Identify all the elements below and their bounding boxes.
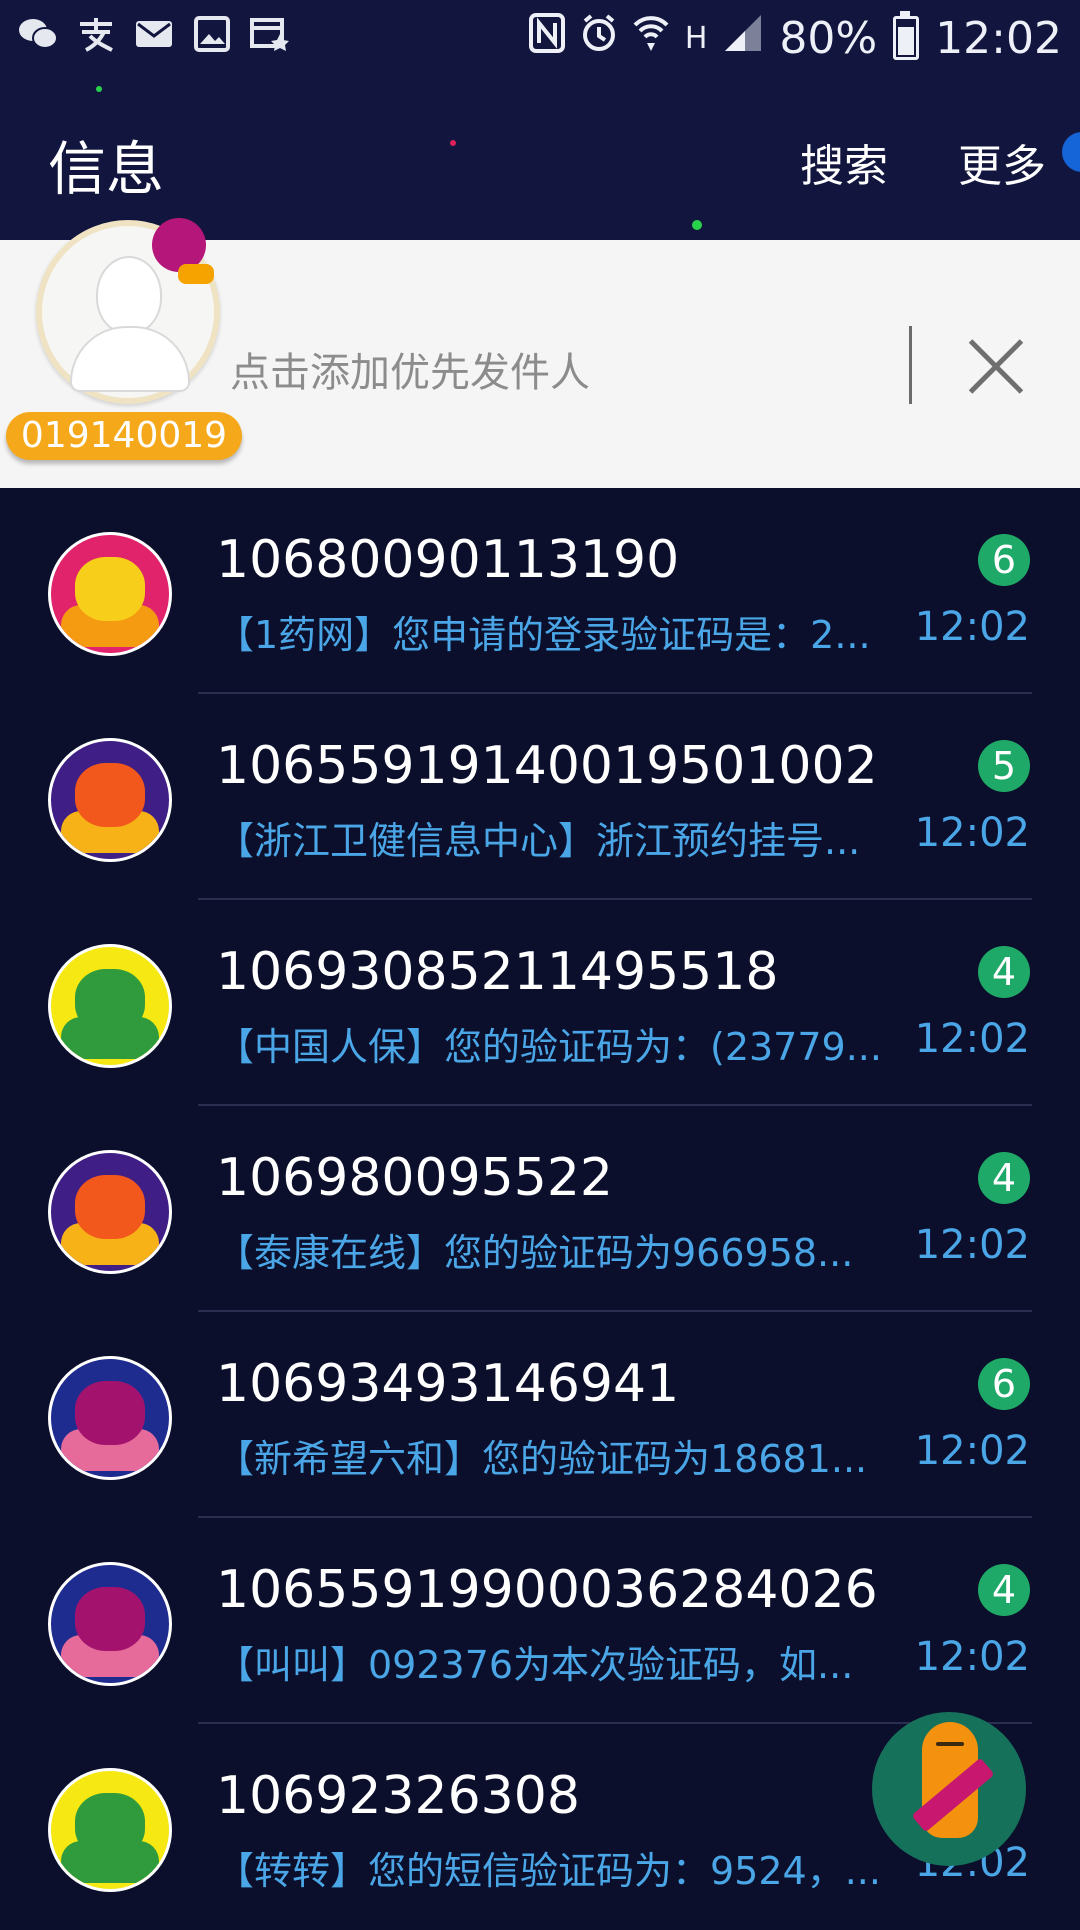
person-icon xyxy=(96,256,162,334)
h-network-icon: H xyxy=(684,20,708,56)
unread-badge: 4 xyxy=(978,946,1030,998)
clock: 12:02 xyxy=(935,12,1062,64)
page-title: 信息 xyxy=(48,135,165,203)
conversation-row[interactable]: 10680090113190 【1药网】您申请的登录验证码是：2... 12:0… xyxy=(0,488,1080,694)
battery-icon xyxy=(893,11,920,60)
monster-avatar-icon xyxy=(75,969,145,1033)
message-preview: 【中国人保】您的验证码为：(23779... xyxy=(216,1025,882,1069)
monster-avatar-icon xyxy=(75,1381,145,1445)
sender-number: 1065591990003628402​6 xyxy=(216,1560,878,1620)
sender-number: 10680090113190 xyxy=(216,530,680,590)
conversation-row[interactable]: 1065591990003628402​6 【叫叫】092376为本次验证码，如… xyxy=(0,1518,1080,1724)
sender-number: 106980095522 xyxy=(216,1148,614,1208)
sparkle xyxy=(692,220,702,230)
battery-percent: 80% xyxy=(779,12,878,64)
message-time: 12:02 xyxy=(914,604,1030,650)
message-preview: 【1药网】您申请的登录验证码是：2... xyxy=(216,613,871,657)
monster-avatar-icon xyxy=(75,763,145,827)
sparkle xyxy=(96,86,102,92)
sender-number: 10693493146941 xyxy=(216,1354,680,1414)
wifi-icon xyxy=(633,13,669,64)
sender-avatar[interactable] xyxy=(48,1562,172,1686)
priority-sender-bar: 019140019 点击添加优先发件人 xyxy=(0,218,1080,488)
sender-number: 10692326308 xyxy=(216,1766,580,1826)
unread-badge: 6 xyxy=(978,534,1030,586)
monster-avatar-icon xyxy=(75,557,145,621)
chat-bubble-icon xyxy=(178,264,214,284)
conversation-row[interactable]: 106930852114955​18 【中国人保】您的验证码为：(23779..… xyxy=(0,900,1080,1106)
message-time: 12:02 xyxy=(914,1016,1030,1062)
unread-badge: 4 xyxy=(978,1564,1030,1616)
floating-dot-icon[interactable] xyxy=(1062,132,1080,172)
sender-number: 1065591914001950100​2 xyxy=(216,736,878,796)
wechat-icon xyxy=(18,14,58,54)
signal-icon xyxy=(723,13,763,64)
sender-avatar[interactable] xyxy=(48,1768,172,1892)
unread-badge: 4 xyxy=(978,1152,1030,1204)
conversation-list: 10680090113190 【1药网】您申请的登录验证码是：2... 12:0… xyxy=(0,488,1080,1930)
conversation-row[interactable]: 106980095522 【泰康在线】您的验证码为966958... 12:02… xyxy=(0,1106,1080,1312)
message-time: 12:02 xyxy=(914,810,1030,856)
conversation-row[interactable]: 1065591914001950100​2 【浙江卫健信息中心】浙江预约挂号..… xyxy=(0,694,1080,900)
divider xyxy=(909,326,912,404)
message-time: 12:02 xyxy=(914,1222,1030,1268)
app-bar: 信息 搜索 更多 xyxy=(0,78,1080,240)
image-icon xyxy=(192,14,232,54)
message-time: 12:02 xyxy=(914,1634,1030,1680)
monster-eyes xyxy=(936,1742,964,1746)
compose-button[interactable] xyxy=(872,1712,1026,1866)
sender-avatar[interactable] xyxy=(48,1356,172,1480)
alipay-icon xyxy=(76,14,116,54)
nfc-icon xyxy=(528,12,565,64)
monster-avatar-icon xyxy=(75,1793,145,1857)
monster-avatar-icon xyxy=(75,1175,145,1239)
message-preview: 【泰康在线】您的验证码为966958... xyxy=(216,1231,854,1275)
close-icon[interactable] xyxy=(966,336,1026,396)
message-preview: 【新希望六和】您的验证码为18681... xyxy=(216,1437,868,1481)
message-preview: 【转转】您的短信验证码为：9524，... xyxy=(216,1849,881,1893)
priority-sender-number[interactable]: 019140019 xyxy=(6,412,242,460)
sender-number: 106930852114955​18 xyxy=(216,942,779,1002)
message-preview: 【叫叫】092376为本次验证码，如... xyxy=(216,1643,854,1687)
notification-icons xyxy=(18,14,290,54)
person-body xyxy=(70,326,190,392)
unread-badge: 5 xyxy=(978,740,1030,792)
message-time: 12:02 xyxy=(914,1428,1030,1474)
sparkle xyxy=(450,140,456,146)
calendar-icon xyxy=(250,14,290,54)
sender-avatar[interactable] xyxy=(48,738,172,862)
alarm-icon xyxy=(581,13,617,64)
search-button[interactable]: 搜索 xyxy=(800,130,888,194)
message-preview: 【浙江卫健信息中心】浙江预约挂号... xyxy=(216,819,861,863)
mail-icon xyxy=(134,14,174,54)
sender-avatar[interactable] xyxy=(48,532,172,656)
sender-avatar[interactable] xyxy=(48,944,172,1068)
add-priority-sender-hint[interactable]: 点击添加优先发件人 xyxy=(230,340,590,398)
more-button[interactable]: 更多 xyxy=(958,130,1046,194)
monster-avatar-icon xyxy=(75,1587,145,1651)
unread-badge: 6 xyxy=(978,1358,1030,1410)
status-bar: H 80% 12:02 xyxy=(0,0,1080,78)
conversation-row[interactable]: 10693493146941 【新希望六和】您的验证码为18681... 12:… xyxy=(0,1312,1080,1518)
sender-avatar[interactable] xyxy=(48,1150,172,1274)
system-indicators: H 80% 12:02 xyxy=(528,8,1062,68)
